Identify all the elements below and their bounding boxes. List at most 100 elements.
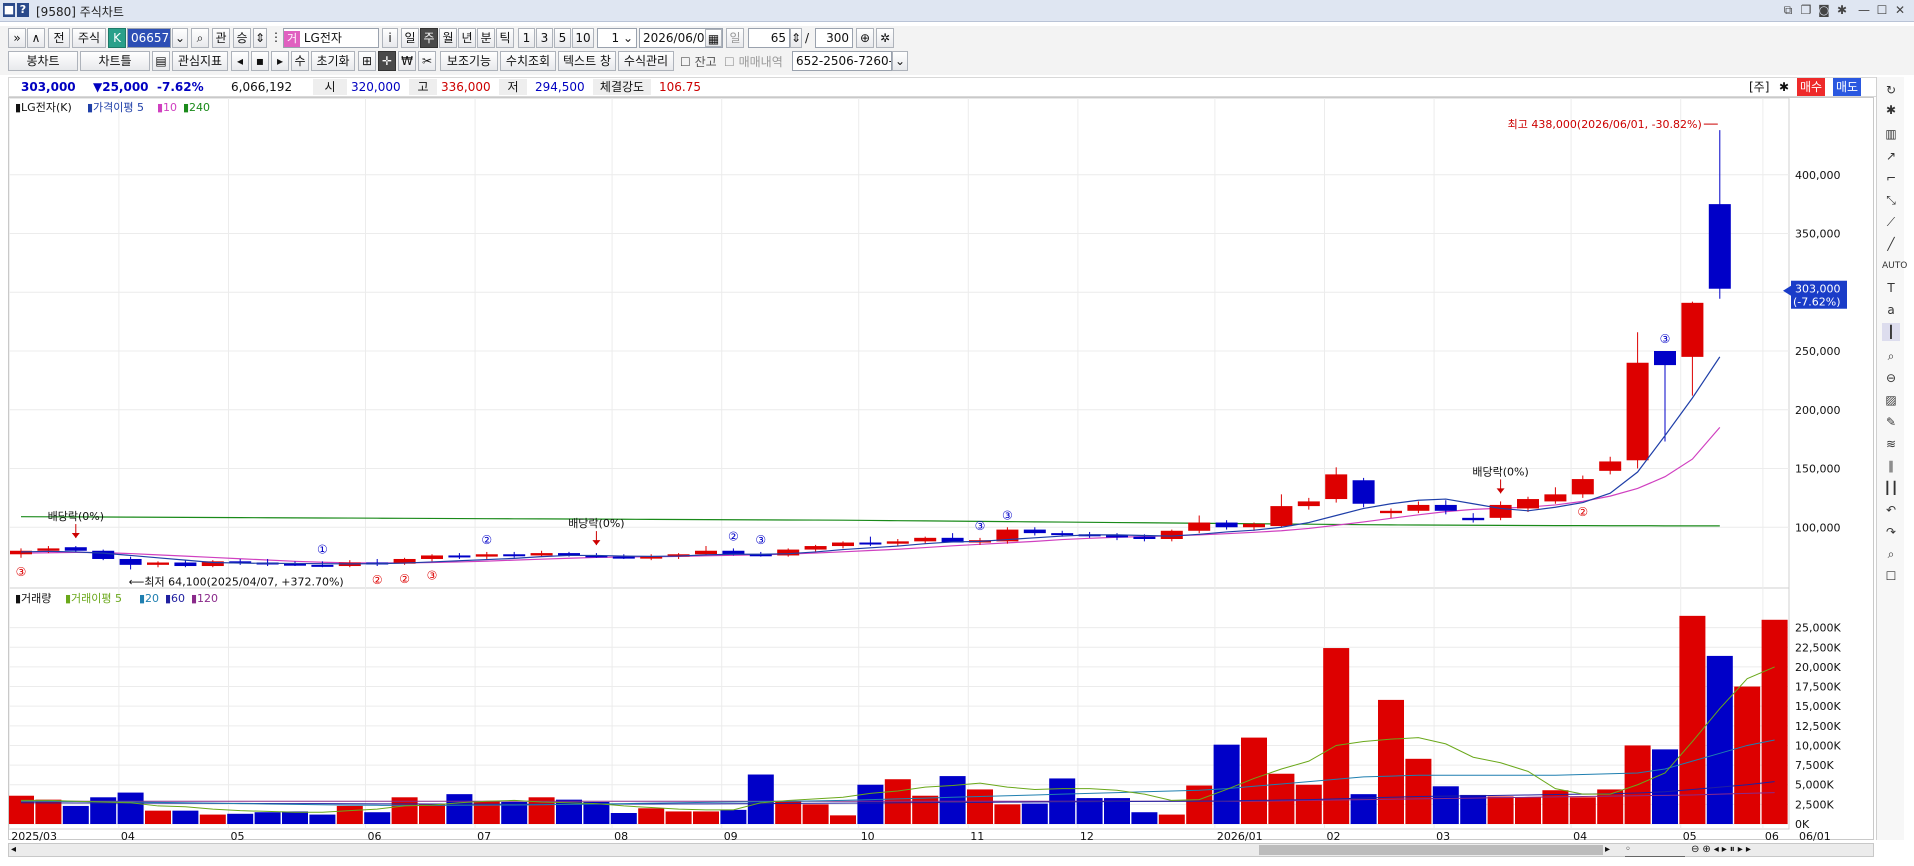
- low-price: 294,500: [535, 80, 585, 94]
- stock-code-input[interactable]: 066570: [127, 28, 171, 48]
- interval-10-button[interactable]: 10: [572, 28, 594, 48]
- zigzag-tool-icon[interactable]: ≋: [1882, 435, 1900, 453]
- watch-button[interactable]: 관: [212, 28, 230, 48]
- next-icon[interactable]: ▸: [271, 51, 289, 71]
- text-tool-icon[interactable]: T: [1882, 279, 1900, 297]
- manual-button[interactable]: 수: [291, 51, 309, 71]
- trend-line-icon[interactable]: ↗: [1882, 147, 1900, 165]
- x-axis-label: 03: [1436, 830, 1450, 841]
- camera-icon[interactable]: ◙: [1816, 3, 1832, 18]
- x-axis-label: 2025/03: [11, 830, 57, 841]
- scroll-thumb[interactable]: [1259, 845, 1603, 855]
- updown-stepper[interactable]: ⇕: [253, 28, 267, 48]
- parallel-tool-icon[interactable]: ∥: [1882, 457, 1900, 475]
- bars-tool-icon[interactable]: ┃┃: [1882, 479, 1900, 497]
- total-count-input[interactable]: 300: [815, 28, 853, 48]
- crosshair-icon[interactable]: ✛: [378, 51, 396, 71]
- period-minute-tab[interactable]: 분: [477, 28, 495, 48]
- toolbar-settings-icon[interactable]: ✲: [876, 28, 894, 48]
- layout-icon[interactable]: ⊞: [358, 51, 376, 71]
- period-month-tab[interactable]: 월: [439, 28, 457, 48]
- candle-chart-button[interactable]: 봉차트: [8, 51, 78, 71]
- image-tool-icon[interactable]: ▨: [1882, 391, 1900, 409]
- free-line-icon[interactable]: ╱: [1882, 235, 1900, 253]
- won-icon[interactable]: ₩: [398, 51, 416, 71]
- count-input[interactable]: 65: [748, 28, 790, 48]
- interval-1-button[interactable]: 1: [518, 28, 535, 48]
- zoom-out-tool-icon[interactable]: ⊖: [1882, 369, 1900, 387]
- unit-select[interactable]: 1 ⌄: [597, 28, 637, 48]
- auto-icon[interactable]: AUTO: [1882, 257, 1907, 275]
- buy-button[interactable]: 매수: [1797, 78, 1826, 96]
- period-tick-tab[interactable]: 틱: [496, 28, 514, 48]
- all-button[interactable]: 전: [48, 28, 70, 48]
- info-gear-icon[interactable]: ✱: [1779, 79, 1789, 95]
- stock-name-field[interactable]: 거 LG전자: [283, 28, 379, 48]
- redo-icon[interactable]: ↷: [1882, 523, 1900, 541]
- reset-button[interactable]: 초기화: [311, 51, 355, 71]
- watch-indicator-button[interactable]: 관심지표: [172, 51, 228, 71]
- period-day-tab[interactable]: 일: [401, 28, 419, 48]
- prev-icon[interactable]: ◂: [231, 51, 249, 71]
- candle-tool-icon[interactable]: ┃: [1882, 323, 1900, 341]
- chart-area[interactable]: ▮LG전자(K) ▮가격이평 5 ▮10 ▮240 ③ ① ② ② ③ ② ② ③ ③ ③ ② ③ 배당락(0%…: [8, 97, 1875, 843]
- calendar-icon[interactable]: ▦: [705, 29, 722, 47]
- scissors-icon[interactable]: ✂: [418, 51, 436, 71]
- candle-body: [119, 558, 142, 565]
- magnifier-icon[interactable]: ⌕: [1882, 545, 1900, 563]
- zoom-slider[interactable]: ◦: [1625, 844, 1685, 857]
- abc-tool-icon[interactable]: a: [1882, 301, 1900, 319]
- window-copy-icon[interactable]: ❐: [1798, 3, 1814, 18]
- settings-icon[interactable]: ✱: [1882, 101, 1900, 119]
- window-link-icon[interactable]: ⧉: [1780, 3, 1796, 18]
- price-tick-label: 150,000: [1795, 463, 1841, 476]
- horizontal-scrollbar[interactable]: ◂ ▸ ◦ ⊖⊕◂▸⏸▸▸: [8, 843, 1874, 857]
- value-lookup-button[interactable]: 수치조회: [500, 51, 556, 71]
- undo-icon[interactable]: ↶: [1882, 501, 1900, 519]
- period-week-tab[interactable]: 주: [420, 28, 438, 48]
- chart-type-icon[interactable]: ▥: [1882, 125, 1900, 143]
- frame-icon[interactable]: ▤: [152, 51, 170, 71]
- period-year-tab[interactable]: 년: [458, 28, 476, 48]
- chart-canvas[interactable]: ▮LG전자(K) ▮가격이평 5 ▮10 ▮240 ③ ① ② ② ③ ② ② ③ ③ ③ ② ③ 배당락(0%…: [8, 97, 1875, 843]
- volume-tick-label: 25,000K: [1795, 622, 1841, 635]
- formula-manage-button[interactable]: 수식관리: [618, 51, 674, 71]
- stop-icon[interactable]: ▪: [251, 51, 269, 71]
- interval-5-button[interactable]: 5: [554, 28, 571, 48]
- zoom-in-icon[interactable]: ⊕: [856, 28, 874, 48]
- refresh-icon[interactable]: ↻: [1882, 81, 1900, 99]
- balance-checkbox[interactable]: ☐ 잔고: [680, 54, 717, 70]
- trade-history-checkbox[interactable]: ☐ 매매내역: [724, 54, 783, 70]
- text-window-button[interactable]: 텍스트 창: [558, 51, 616, 71]
- sell-button[interactable]: 매도: [1833, 78, 1862, 96]
- up-button[interactable]: ∧: [27, 28, 45, 48]
- info-button[interactable]: i: [382, 28, 398, 48]
- cross-line-icon[interactable]: ⤡: [1882, 191, 1900, 209]
- collapse-button[interactable]: »: [8, 28, 26, 48]
- interval-3-button[interactable]: 3: [536, 28, 553, 48]
- zoom-tool-icon[interactable]: ⌕: [1882, 347, 1900, 365]
- playback-controls[interactable]: ⊖⊕◂▸⏸▸▸: [1691, 844, 1754, 856]
- angle-line-icon[interactable]: ⌐: [1882, 169, 1900, 187]
- stock-type-button[interactable]: 주식: [72, 28, 106, 48]
- code-dropdown-chevron-icon[interactable]: ⌄: [172, 28, 188, 48]
- pin-tool-icon[interactable]: ✎: [1882, 413, 1900, 431]
- rise-button[interactable]: 승: [233, 28, 251, 48]
- count-stepper[interactable]: ⇕: [790, 28, 802, 48]
- square-tool-icon[interactable]: ☐: [1882, 567, 1900, 585]
- scroll-left-icon[interactable]: ◂: [11, 844, 16, 856]
- help-icon[interactable]: ?: [17, 3, 29, 17]
- aux-function-button[interactable]: 보조기능: [440, 51, 498, 71]
- market-badge[interactable]: K: [108, 28, 126, 48]
- close-button[interactable]: ✕: [1892, 3, 1908, 18]
- maximize-button[interactable]: ☐: [1874, 3, 1890, 18]
- search-icon[interactable]: ⌕: [191, 28, 209, 48]
- ray-line-icon[interactable]: ⟋: [1882, 213, 1900, 231]
- settings-gear-icon[interactable]: ✱: [1834, 3, 1850, 18]
- scroll-right-icon[interactable]: ▸: [1605, 844, 1610, 856]
- chart-frame-button[interactable]: 차트틀: [80, 51, 150, 71]
- account-select[interactable]: 652-2506-7260-0: [792, 51, 892, 71]
- account-chevron-icon[interactable]: ⌄: [892, 51, 908, 71]
- minimize-button[interactable]: —: [1856, 3, 1872, 18]
- volume-bar: [1569, 797, 1596, 824]
